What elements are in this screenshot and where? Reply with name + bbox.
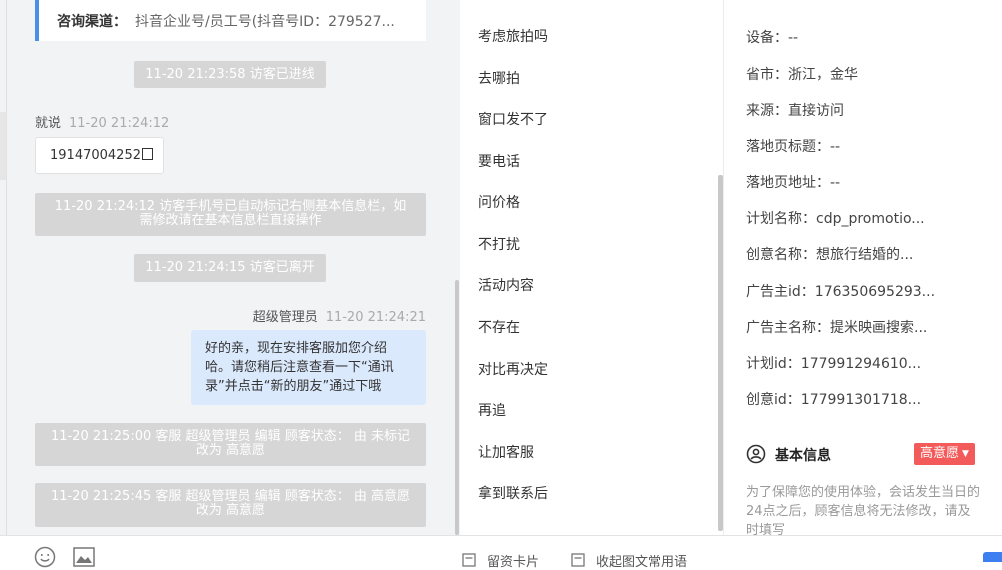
- info-row: 创意id：177991301718...: [746, 389, 921, 409]
- panel-edge: [6, 0, 7, 561]
- system-message: 11-20 21:24:15 访客已离开: [134, 254, 326, 282]
- agent-message: 好的亲，现在安排客服加您介绍哈。请您稍后注意查看一下“通讯录”并点击“新的朋友”…: [191, 330, 426, 405]
- info-row: 创意名称：想旅行结婚的...: [746, 244, 913, 264]
- info-key: 省市：: [746, 67, 788, 83]
- info-panel: 设备：-- 省市：浙江，金华 来源：直接访问 落地页标题：-- 落地页地址：--…: [724, 0, 1002, 535]
- system-message: 11-20 21:25:00 客服 超级管理员 编辑 顾客状态： 由 未标记 改…: [35, 423, 426, 466]
- basic-info-title: 基本信息: [775, 448, 831, 464]
- phrase-item[interactable]: 考虑旅拍吗: [478, 26, 548, 46]
- visitor-phone: 19147004252: [50, 148, 141, 163]
- visitor-time: 11-20 21:24:12: [69, 116, 170, 131]
- info-value: --: [788, 30, 799, 46]
- info-row: 省市：浙江，金华: [746, 64, 858, 84]
- chat-scrollbar[interactable]: [455, 280, 459, 535]
- phrases-panel: 考虑旅拍吗 去哪拍 窗口发不了 要电话 问价格 不打扰 活动内容 不存在 对比再…: [460, 0, 723, 535]
- system-message: 11-20 21:23:58 访客已进线: [134, 61, 326, 88]
- info-row: 落地页标题：--: [746, 136, 840, 156]
- info-key: 广告主名称：: [746, 320, 830, 336]
- phrase-item[interactable]: 活动内容: [478, 275, 534, 295]
- status-badge[interactable]: 高意愿 ▼: [914, 443, 975, 465]
- caret-down-icon: ▼: [962, 449, 969, 459]
- info-value: 浙江，金华: [788, 67, 858, 83]
- card-icon[interactable]: [462, 553, 476, 567]
- phrase-item[interactable]: 对比再决定: [478, 359, 548, 379]
- input-toolbar: 留资卡片 收起图文常用语: [0, 535, 1002, 570]
- phrase-item[interactable]: 让加客服: [478, 442, 534, 462]
- info-value: cdp_promotio...: [816, 211, 925, 227]
- system-message: 11-20 21:25:45 客服 超级管理员 编辑 顾客状态： 由 高意愿 改…: [35, 483, 426, 527]
- phrase-collapse-icon[interactable]: [571, 553, 585, 567]
- info-value: 提米映画搜索...: [830, 320, 928, 336]
- smile-icon[interactable]: [34, 546, 56, 568]
- info-row: 广告主名称：提米映画搜索...: [746, 317, 927, 337]
- phrase-item[interactable]: 不打扰: [478, 234, 520, 254]
- phrase-item[interactable]: 再追: [478, 400, 506, 420]
- info-key: 落地页地址：: [746, 175, 830, 191]
- info-note: 为了保障您的使用体验，会话发生当日的24点之后，顾客信息将无法修改，请及时填写: [746, 485, 981, 535]
- info-value: --: [830, 175, 841, 191]
- info-key: 计划名称：: [746, 211, 816, 227]
- info-key: 来源：: [746, 103, 788, 119]
- info-row: 设备：--: [746, 27, 798, 47]
- system-message: 11-20 21:24:12 访客手机号已自动标记右侧基本信息栏，如需修改请在基…: [35, 193, 426, 236]
- chat-panel: 咨询渠道： 抖音企业号/员工号(抖音号ID：279527... 11-20 21…: [0, 0, 460, 561]
- info-key: 创意id：: [746, 392, 801, 408]
- info-key: 广告主id：: [746, 284, 815, 300]
- channel-value: 抖音企业号/员工号(抖音号ID：279527...: [135, 14, 395, 30]
- info-key: 落地页标题：: [746, 139, 830, 155]
- image-icon[interactable]: [73, 547, 95, 567]
- agent-time: 11-20 21:24:21: [325, 310, 426, 325]
- info-row: 来源：直接访问: [746, 100, 844, 120]
- phrase-item[interactable]: 要电话: [478, 151, 520, 171]
- phrase-item[interactable]: 窗口发不了: [478, 109, 548, 129]
- phrase-item[interactable]: 拿到联系后: [478, 483, 548, 503]
- channel-card: 咨询渠道： 抖音企业号/员工号(抖音号ID：279527...: [35, 0, 426, 41]
- status-badge-label: 高意愿: [920, 446, 960, 461]
- info-row: 落地页地址：--: [746, 172, 840, 192]
- agent-name: 超级管理员: [252, 310, 318, 325]
- info-value: 直接访问: [788, 103, 844, 119]
- user-circle-icon: [746, 444, 766, 464]
- copy-icon[interactable]: [141, 148, 153, 160]
- info-value: 想旅行结婚的...: [816, 247, 914, 263]
- info-row: 计划id：177991294610...: [746, 353, 921, 373]
- info-row: 计划名称：cdp_promotio...: [746, 208, 925, 228]
- info-value: 177991301718...: [800, 392, 922, 408]
- info-key: 创意名称：: [746, 247, 816, 263]
- phrase-item[interactable]: 问价格: [478, 192, 520, 212]
- info-key: 设备：: [746, 30, 788, 46]
- visitor-name: 就说: [35, 116, 62, 131]
- agent-sender: 超级管理员 11-20 21:24:21: [253, 306, 426, 325]
- visitor-sender: 就说 11-20 21:24:12: [35, 112, 169, 131]
- visitor-message[interactable]: 19147004252: [35, 137, 164, 174]
- phrase-item[interactable]: 不存在: [478, 317, 520, 337]
- info-key: 计划id：: [746, 356, 801, 372]
- phrase-item[interactable]: 去哪拍: [478, 68, 520, 88]
- info-row: 广告主id：176350695293...: [746, 281, 935, 301]
- info-value: --: [830, 139, 841, 155]
- info-value: 176350695293...: [814, 284, 936, 300]
- info-value: 177991294610...: [800, 356, 922, 372]
- channel-label: 咨询渠道：: [57, 14, 127, 30]
